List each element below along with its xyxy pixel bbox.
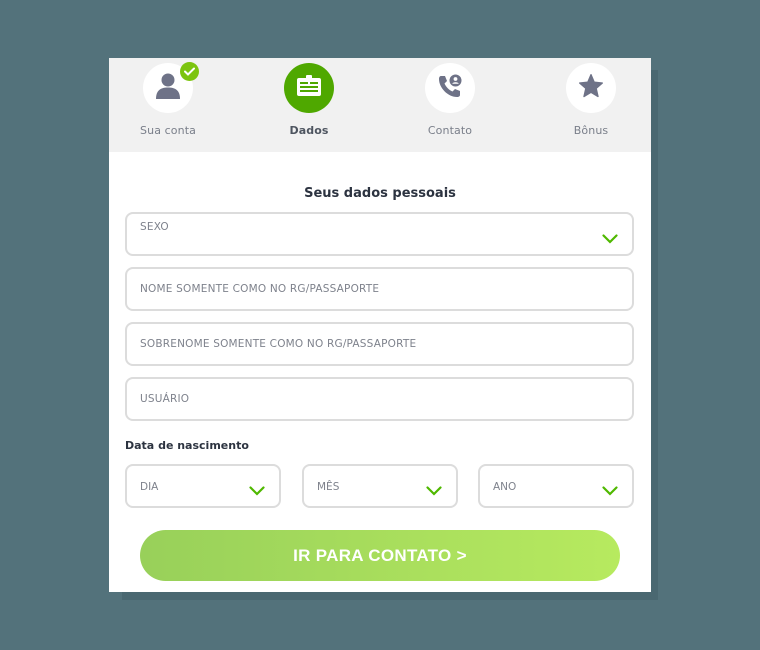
step-contato[interactable]: Contato [400,63,500,137]
step-sua-conta[interactable]: Sua conta [118,62,218,137]
chevron-down-icon [602,229,618,248]
nome-input[interactable]: NOME SOMENTE COMO NO RG/PASSAPORTE [125,267,634,311]
ir-para-contato-button[interactable]: IR PARA CONTATO > [140,530,620,581]
step-label: Dados [289,124,329,137]
step-bonus[interactable]: Bônus [541,63,641,137]
mes-placeholder: MÊS [317,481,340,493]
signup-card: Sua conta Dados Contato Bônus Seus dados… [109,58,651,592]
usuario-input[interactable]: USUÁRIO [125,377,634,421]
step-circle [566,63,616,113]
sexo-select[interactable]: SEXO [125,212,634,256]
chevron-down-icon [602,481,618,500]
form-title: Seus dados pessoais [304,186,456,201]
birth-date-label: Data de nascimento [125,439,249,452]
chevron-down-icon [249,481,265,500]
ano-placeholder: ANO [493,481,517,493]
progress-steps: Sua conta Dados Contato Bônus [109,58,651,152]
phone-icon [437,73,463,103]
check-icon [180,62,199,81]
user-icon [155,72,181,104]
step-circle [143,62,199,113]
star-icon [578,73,604,103]
usuario-placeholder: USUÁRIO [140,393,190,405]
id-card-icon [296,74,322,102]
nome-placeholder: NOME SOMENTE COMO NO RG/PASSAPORTE [140,283,380,295]
dia-placeholder: DIA [140,481,159,493]
step-circle [425,63,475,113]
chevron-down-icon [426,481,442,500]
sobrenome-input[interactable]: SOBRENOME SOMENTE COMO NO RG/PASSAPORTE [125,322,634,366]
ano-select[interactable]: ANO [478,464,634,508]
step-label: Sua conta [140,124,196,137]
step-circle [284,63,334,113]
step-label: Bônus [573,124,609,137]
sobrenome-placeholder: SOBRENOME SOMENTE COMO NO RG/PASSAPORTE [140,338,417,350]
step-dados[interactable]: Dados [259,63,359,137]
dia-select[interactable]: DIA [125,464,281,508]
step-label: Contato [427,124,473,137]
sexo-placeholder: SEXO [140,221,169,233]
mes-select[interactable]: MÊS [302,464,458,508]
